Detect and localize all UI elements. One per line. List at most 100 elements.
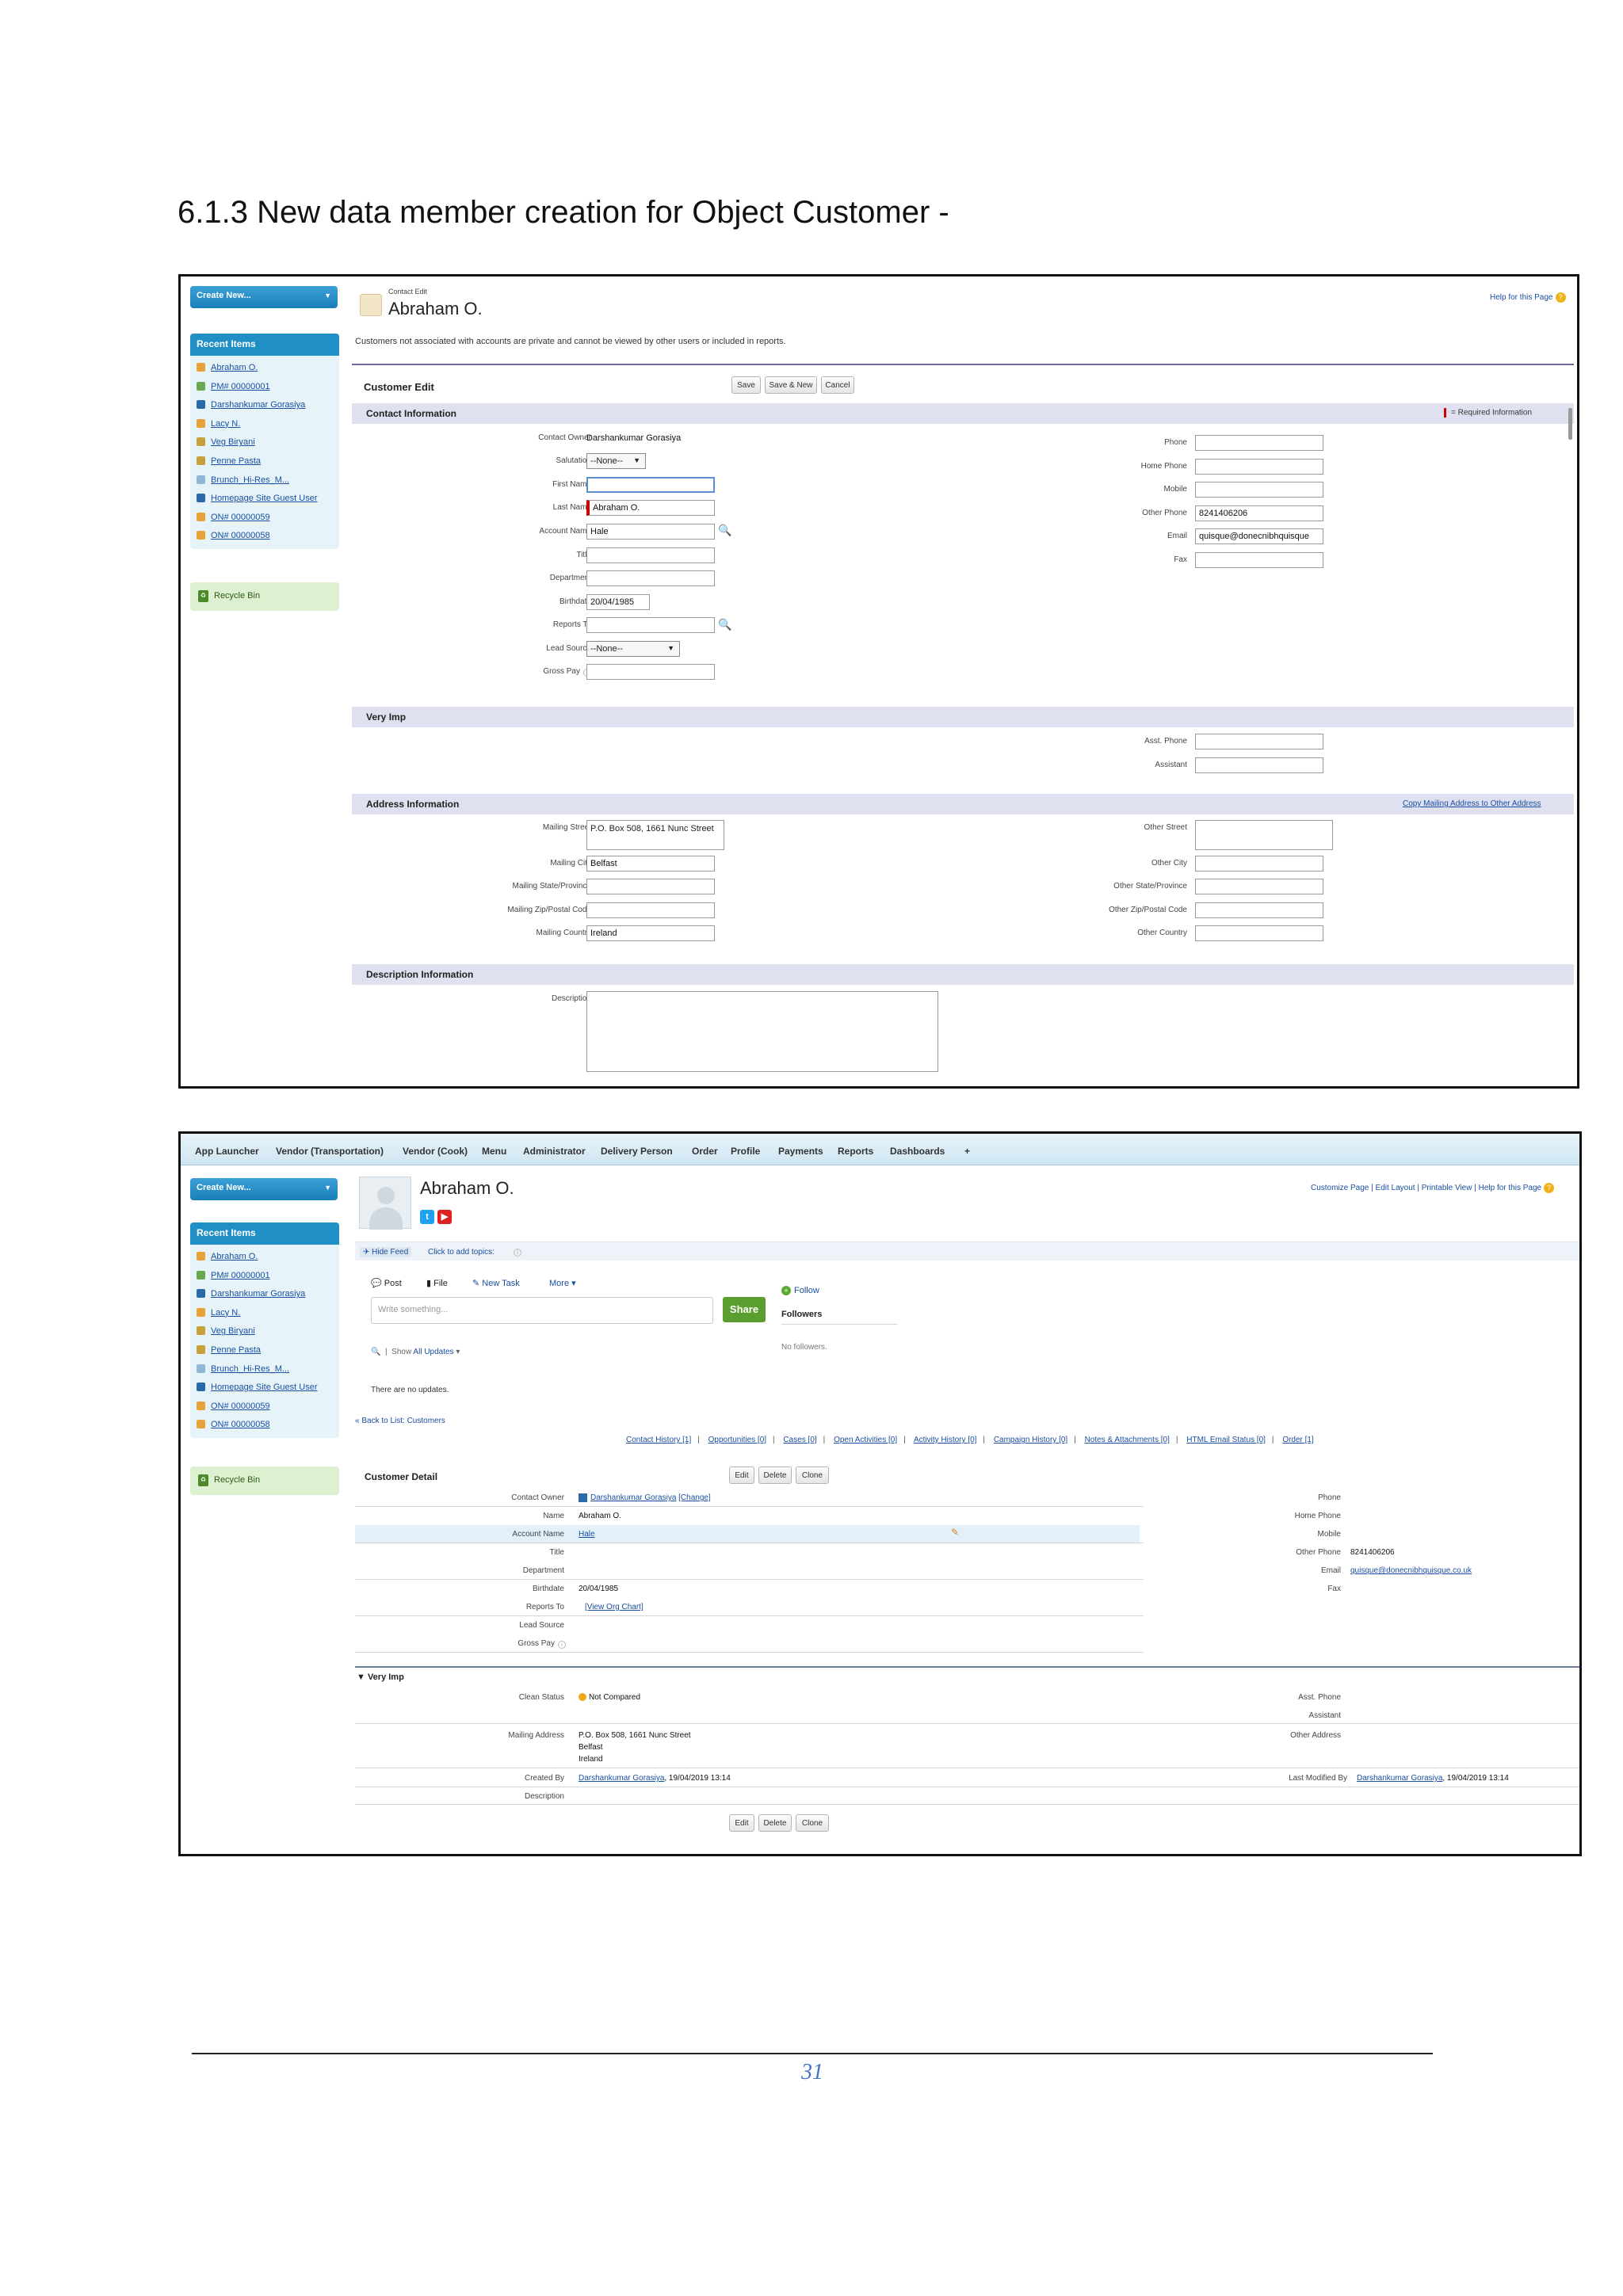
create-new-button[interactable]: Create New... ▼ <box>190 1178 338 1200</box>
mailing-street-textarea[interactable]: P.O. Box 508, 1661 Nunc Street <box>586 820 724 850</box>
clone-button[interactable]: Clone <box>796 1466 829 1484</box>
account-name-link[interactable]: Hale <box>579 1530 595 1539</box>
nav-administrator[interactable]: Administrator <box>523 1146 586 1157</box>
phone-input[interactable] <box>1195 435 1323 451</box>
nav-payments[interactable]: Payments <box>778 1146 823 1157</box>
new-task-tab[interactable]: ✎ New Task <box>472 1278 520 1288</box>
recent-item[interactable]: Abraham O. <box>190 359 339 378</box>
home-phone-input[interactable] <box>1195 459 1323 475</box>
post-tab[interactable]: 💬 Post <box>371 1278 402 1288</box>
info-icon[interactable]: i <box>514 1249 521 1257</box>
recent-item[interactable]: Brunch_Hi-Res_M... <box>190 1360 339 1379</box>
fax-input[interactable] <box>1195 552 1323 568</box>
nav-delivery-person[interactable]: Delivery Person <box>601 1146 673 1157</box>
recent-item[interactable]: PM# 00000001 <box>190 1267 339 1286</box>
share-button[interactable]: Share <box>723 1297 766 1322</box>
recent-item[interactable]: ON# 00000059 <box>190 509 339 528</box>
save-button[interactable]: Save <box>731 376 761 394</box>
contact-owner-link[interactable]: Darshankumar Gorasiya <box>590 1493 676 1502</box>
lead-source-select[interactable]: --None-- ▼ <box>586 641 680 657</box>
hide-feed-button[interactable]: ✈ Hide Feed <box>360 1247 412 1257</box>
delete-button[interactable]: Delete <box>758 1814 792 1832</box>
other-street-textarea[interactable] <box>1195 820 1333 850</box>
more-dropdown[interactable]: More ▾ <box>549 1278 576 1288</box>
edit-button[interactable]: Edit <box>729 1814 754 1832</box>
recent-item[interactable]: PM# 00000001 <box>190 378 339 397</box>
pencil-icon[interactable]: ✎ <box>951 1527 959 1538</box>
nav-vendor-cook[interactable]: Vendor (Cook) <box>403 1146 468 1157</box>
mobile-input[interactable] <box>1195 482 1323 498</box>
recent-item[interactable]: Veg Biryani <box>190 1322 339 1341</box>
related-link[interactable]: Order [1] <box>1282 1436 1313 1444</box>
title-input[interactable] <box>586 547 715 563</box>
description-textarea[interactable] <box>586 991 938 1072</box>
recent-item[interactable]: Penne Pasta <box>190 1341 339 1360</box>
recycle-bin-link[interactable]: ♻ Recycle Bin <box>190 582 339 611</box>
recent-item[interactable]: Brunch_Hi-Res_M... <box>190 471 339 490</box>
created-by-link[interactable]: Darshankumar Gorasiya <box>579 1774 664 1783</box>
recent-item[interactable]: Abraham O. <box>190 1248 339 1267</box>
youtube-icon[interactable]: ▶ <box>437 1210 452 1224</box>
nav-profile[interactable]: Profile <box>731 1146 760 1157</box>
recent-item[interactable]: Homepage Site Guest User <box>190 1379 339 1398</box>
twitter-icon[interactable]: t <box>420 1210 434 1224</box>
recent-item[interactable]: Penne Pasta <box>190 452 339 471</box>
edit-button[interactable]: Edit <box>729 1466 754 1484</box>
gross-pay-input[interactable] <box>586 664 715 680</box>
related-link[interactable]: Contact History [1] <box>626 1436 691 1444</box>
delete-button[interactable]: Delete <box>758 1466 792 1484</box>
other-zip-input[interactable] <box>1195 902 1323 918</box>
copy-address-link[interactable]: Copy Mailing Address to Other Address <box>1403 799 1541 808</box>
account-name-input[interactable]: Hale <box>586 524 715 540</box>
recent-item[interactable]: ON# 00000059 <box>190 1398 339 1417</box>
very-imp-toggle[interactable]: ▼ Very Imp <box>357 1672 404 1682</box>
recent-item[interactable]: ON# 00000058 <box>190 1416 339 1435</box>
recent-item[interactable]: Veg Biryani <box>190 433 339 452</box>
nav-app-launcher[interactable]: App Launcher <box>195 1146 259 1157</box>
help-link[interactable]: Help for this Page? <box>1490 292 1566 303</box>
lookup-icon[interactable]: 🔍 <box>718 618 731 631</box>
related-link[interactable]: Open Activities [0] <box>834 1436 897 1444</box>
related-link[interactable]: Activity History [0] <box>914 1436 976 1444</box>
recycle-bin-link[interactable]: ♻ Recycle Bin <box>190 1466 339 1495</box>
other-state-input[interactable] <box>1195 879 1323 894</box>
department-input[interactable] <box>586 570 715 586</box>
recent-item[interactable]: Darshankumar Gorasiya <box>190 396 339 415</box>
follow-button[interactable]: + Follow <box>781 1286 819 1295</box>
view-org-chart-link[interactable]: [View Org Chart] <box>585 1603 643 1611</box>
related-link[interactable]: Cases [0] <box>783 1436 816 1444</box>
other-city-input[interactable] <box>1195 856 1323 871</box>
mailing-zip-input[interactable] <box>586 902 715 918</box>
mailing-country-input[interactable]: Ireland <box>586 925 715 941</box>
other-phone-input[interactable]: 8241406206 <box>1195 505 1323 521</box>
add-tab-icon[interactable]: + <box>964 1146 970 1157</box>
first-name-input[interactable] <box>586 477 715 493</box>
scrollbar[interactable] <box>1568 408 1572 440</box>
create-new-button[interactable]: Create New... ▼ <box>190 286 338 308</box>
lookup-icon[interactable]: 🔍 <box>718 524 731 536</box>
birthdate-input[interactable]: 20/04/1985 <box>586 594 650 610</box>
clone-button[interactable]: Clone <box>796 1814 829 1832</box>
mailing-state-input[interactable] <box>586 879 715 894</box>
related-link[interactable]: HTML Email Status [0] <box>1186 1436 1266 1444</box>
info-icon[interactable]: i <box>558 1641 566 1649</box>
mailing-city-input[interactable]: Belfast <box>586 856 715 871</box>
related-link[interactable]: Opportunities [0] <box>708 1436 766 1444</box>
cancel-button[interactable]: Cancel <box>821 376 854 394</box>
nav-vendor-transportation[interactable]: Vendor (Transportation) <box>276 1146 384 1157</box>
all-updates-link[interactable]: All Updates <box>413 1348 453 1356</box>
last-modified-link[interactable]: Darshankumar Gorasiya <box>1357 1774 1442 1783</box>
recent-item[interactable]: Darshankumar Gorasiya <box>190 1285 339 1304</box>
back-to-list-link[interactable]: « Back to List: Customers <box>355 1417 445 1425</box>
add-topics-link[interactable]: Click to add topics: <box>428 1248 495 1257</box>
nav-reports[interactable]: Reports <box>838 1146 873 1157</box>
recent-item[interactable]: ON# 00000058 <box>190 527 339 546</box>
nav-dashboards[interactable]: Dashboards <box>890 1146 945 1157</box>
reports-to-input[interactable] <box>586 617 715 633</box>
email-link[interactable]: quisque@donecnibhquisque.co.uk <box>1350 1566 1472 1575</box>
recent-item[interactable]: Lacy N. <box>190 415 339 434</box>
assistant-input[interactable] <box>1195 757 1323 773</box>
save-and-new-button[interactable]: Save & New <box>765 376 817 394</box>
last-name-input[interactable]: Abraham O. <box>586 500 715 516</box>
related-link[interactable]: Notes & Attachments [0] <box>1085 1436 1170 1444</box>
